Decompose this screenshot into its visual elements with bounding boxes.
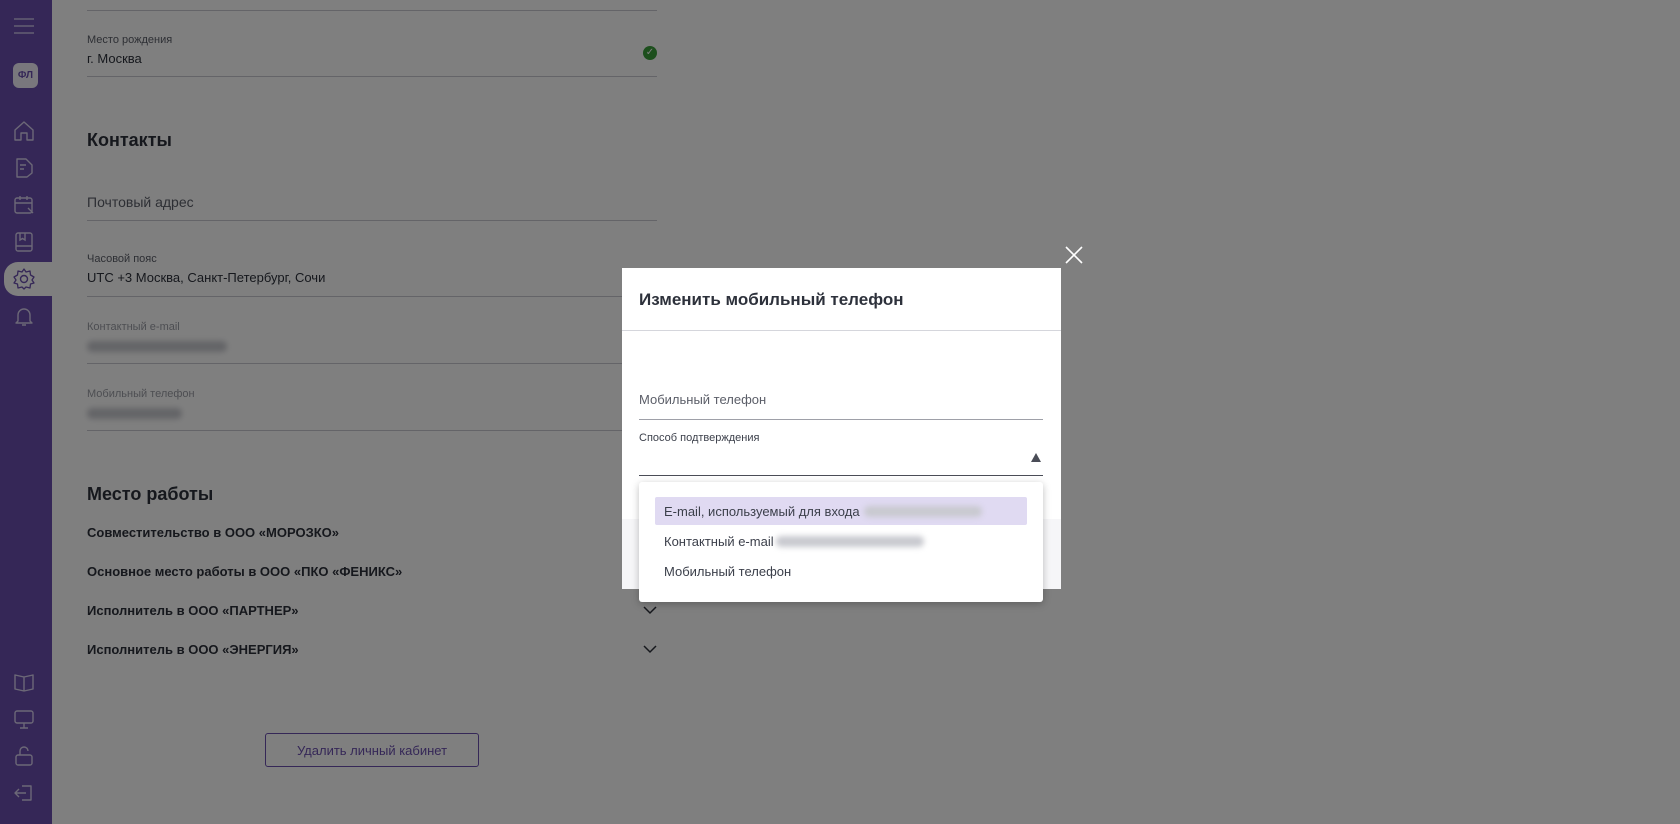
modal-divider — [622, 330, 1061, 331]
option-login-email[interactable]: E-mail, используемый для входа — [655, 497, 1027, 525]
caret-up-icon[interactable] — [1031, 453, 1041, 462]
option-label: Мобильный телефон — [664, 563, 792, 579]
new-phone-input[interactable]: Мобильный телефон — [639, 380, 1043, 420]
redacted-login-email — [863, 505, 982, 517]
redacted-contact-email — [775, 535, 924, 547]
close-icon[interactable] — [1063, 244, 1085, 266]
option-mobile-phone[interactable]: Мобильный телефон — [655, 557, 1027, 585]
new-phone-label: Мобильный телефон — [639, 392, 767, 407]
option-label: Контактный e-mail — [664, 533, 774, 549]
modal-title: Изменить мобильный телефон — [639, 290, 904, 309]
option-label: E-mail, используемый для входа — [664, 503, 860, 519]
option-contact-email[interactable]: Контактный e-mail — [655, 527, 1027, 555]
confirmation-method-label: Способ подтверждения — [639, 432, 760, 444]
confirmation-method-dropdown: E-mail, используемый для входа Контактны… — [639, 482, 1043, 602]
confirmation-method-select[interactable]: Способ подтверждения — [639, 430, 1043, 476]
